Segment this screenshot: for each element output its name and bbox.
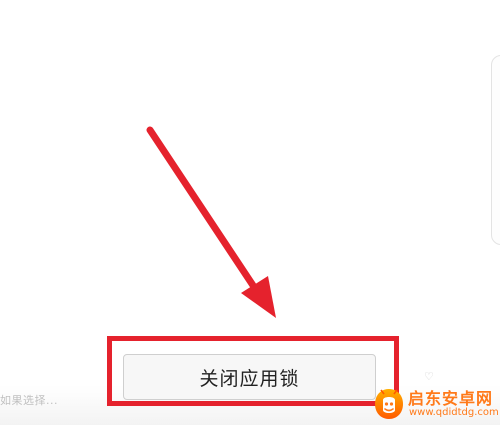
android-logo-icon xyxy=(375,389,403,419)
watermark: 启东安卓网 www.qdidtdg.com xyxy=(372,384,500,425)
app-screen: 如果选择... ♡ 关闭应用锁 启东安卓网 www.qdidtdg.com xyxy=(0,0,500,425)
heart-icon: ♡ xyxy=(424,370,434,383)
side-panel-edge xyxy=(491,55,500,245)
watermark-url: www.qdidtdg.com xyxy=(409,407,499,418)
hint-text: 如果选择... xyxy=(0,394,58,407)
watermark-name: 启东安卓网 xyxy=(408,389,494,408)
close-app-lock-button[interactable]: 关闭应用锁 xyxy=(123,354,376,400)
